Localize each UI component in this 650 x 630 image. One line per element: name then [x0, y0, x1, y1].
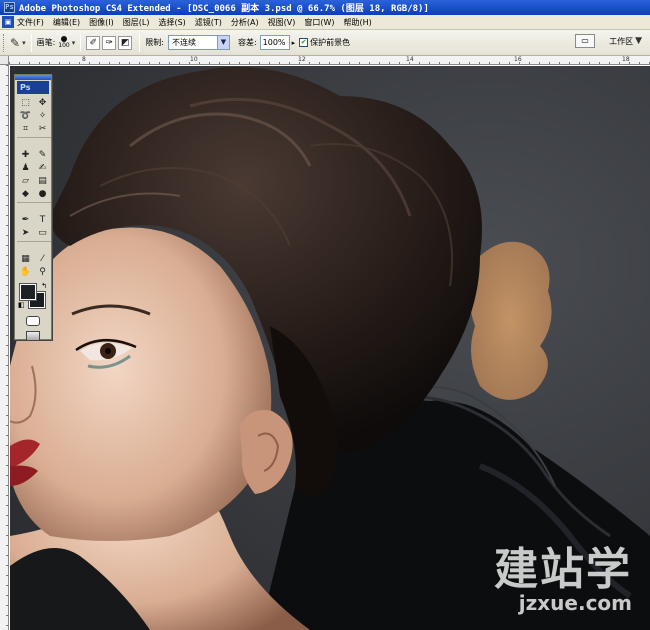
spot-healing-tool-icon[interactable]: ✚	[17, 149, 34, 161]
protect-foreground-label: 保护前景色	[310, 38, 351, 47]
blur-tool-icon[interactable]: ◆	[17, 188, 34, 200]
ruler-origin[interactable]	[0, 56, 9, 65]
options-grip[interactable]	[3, 33, 6, 52]
ruler-number: 16	[514, 56, 522, 63]
brush-label: 画笔:	[36, 38, 56, 47]
menu-filter[interactable]: 滤镜(T)	[195, 17, 222, 28]
foreground-color-swatch[interactable]	[19, 283, 37, 301]
notes-tool-icon[interactable]: ▦	[17, 253, 34, 265]
lasso-tool-icon[interactable]: ➰	[17, 110, 34, 122]
watermark: 建站学 jzxue.com	[494, 544, 632, 615]
horizontal-ruler[interactable]	[9, 56, 650, 65]
brush-size: 100	[58, 42, 70, 49]
workspace-dropdown-icon[interactable]: ▼	[635, 36, 642, 46]
tolerance-label: 容差:	[237, 38, 257, 47]
watermark-cn: 建站学	[494, 544, 632, 595]
menu-edit[interactable]: 编辑(E)	[53, 17, 80, 28]
tolerance-input[interactable]: 100%	[259, 35, 290, 50]
marquee-tool-icon[interactable]: ⬚	[17, 97, 34, 109]
menu-view[interactable]: 视图(V)	[268, 17, 296, 28]
tool-preset-dropdown-icon[interactable]: ▾	[22, 39, 26, 47]
palette-well-icon[interactable]: ▭	[575, 34, 596, 48]
tools-ps-logo: Ps	[17, 81, 49, 94]
sampling-once-icon[interactable]: ✑	[102, 35, 117, 50]
move-tool-icon[interactable]: ✥	[34, 97, 51, 109]
history-brush-tool-icon[interactable]: ✍	[34, 162, 51, 174]
ruler-number: 14	[406, 56, 414, 63]
protect-foreground-checkbox[interactable]: ✔	[299, 38, 309, 47]
eraser-tool-icon[interactable]: ▱	[17, 175, 34, 187]
menu-file[interactable]: 文件(F)	[17, 17, 44, 28]
ruler-number: 8	[82, 56, 86, 63]
brush-dropdown-icon[interactable]: ▾	[72, 39, 76, 47]
ruler-number: 10	[190, 56, 198, 63]
brush-picker[interactable]: 100	[58, 36, 70, 49]
background-eraser-icon[interactable]: ✎	[10, 36, 20, 50]
slice-tool-icon[interactable]: ✂	[34, 123, 51, 135]
dodge-tool-icon[interactable]: ●	[34, 188, 51, 200]
menu-help[interactable]: 帮助(H)	[344, 17, 372, 28]
menu-select[interactable]: 选择(S)	[158, 17, 185, 28]
limits-value: 不连续	[171, 38, 196, 47]
menu-window[interactable]: 窗口(W)	[304, 17, 334, 28]
screen-mode-icon[interactable]	[26, 331, 40, 341]
workspace-switcher[interactable]: 工作区	[609, 36, 633, 47]
quick-mask-icon[interactable]	[26, 316, 40, 326]
menu-bar: ▣ 文件(F) 编辑(E) 图像(I) 图层(L) 选择(S) 滤镜(T) 分析…	[0, 15, 650, 30]
sampling-continuous-icon[interactable]: ✐	[86, 35, 101, 50]
default-colors-icon[interactable]: ◧	[18, 301, 25, 309]
menu-analysis[interactable]: 分析(A)	[231, 17, 259, 28]
title-bar: Ps Adobe Photoshop CS4 Extended - [DSC_0…	[0, 0, 650, 15]
menu-layer[interactable]: 图层(L)	[123, 17, 150, 28]
eyedropper-tool-icon[interactable]: ⁄	[34, 253, 51, 265]
limits-select[interactable]: 不连续 ▼	[167, 35, 230, 50]
path-selection-tool-icon[interactable]: ➤	[17, 227, 34, 239]
pen-tool-icon[interactable]: ✒	[17, 214, 34, 226]
gradient-tool-icon[interactable]: ▤	[34, 175, 51, 187]
color-swatches: ↰ ◧	[15, 282, 51, 310]
hand-tool-icon[interactable]: ✋	[17, 266, 34, 278]
ruler-number: 12	[298, 56, 306, 63]
tools-panel-header[interactable]	[15, 75, 51, 80]
tools-panel: Ps ⬚ ✥ ➰ ✧ ⌗ ✂ ✚ ✎ ♟ ✍ ▱ ▤ ◆ ● ✒ T ➤ ▭ ▦…	[14, 74, 52, 341]
chevron-down-icon: ▼	[216, 36, 229, 49]
limits-label: 限制:	[145, 38, 164, 47]
window-title: Adobe Photoshop CS4 Extended - [DSC_0066…	[19, 4, 429, 14]
magic-wand-tool-icon[interactable]: ✧	[34, 110, 51, 122]
crop-tool-icon[interactable]: ⌗	[17, 123, 34, 135]
document-icon[interactable]: ▣	[2, 16, 14, 28]
zoom-tool-icon[interactable]: ⚲	[34, 266, 51, 278]
menu-image[interactable]: 图像(I)	[89, 17, 114, 28]
watermark-url: jzxue.com	[518, 591, 632, 615]
type-tool-icon[interactable]: T	[34, 214, 51, 226]
ruler-number: 18	[622, 56, 630, 63]
swap-colors-icon[interactable]: ↰	[41, 282, 47, 290]
brush-tool-icon[interactable]: ✎	[34, 149, 51, 161]
photoshop-logo-icon: Ps	[4, 2, 15, 13]
vertical-ruler[interactable]	[0, 65, 9, 630]
options-bar: ✎ ▾ 画笔: 100 ▾ ✐ ✑ ◩ 限制: 不连续 ▼ 容差: 100% ▸…	[0, 30, 650, 56]
sampling-background-swatch-icon[interactable]: ◩	[118, 35, 133, 50]
clone-stamp-tool-icon[interactable]: ♟	[17, 162, 34, 174]
workspace-area: ▭ 工作区 ▼	[575, 34, 642, 48]
shape-tool-icon[interactable]: ▭	[34, 227, 51, 239]
tolerance-slider-icon[interactable]: ▸	[292, 39, 296, 47]
